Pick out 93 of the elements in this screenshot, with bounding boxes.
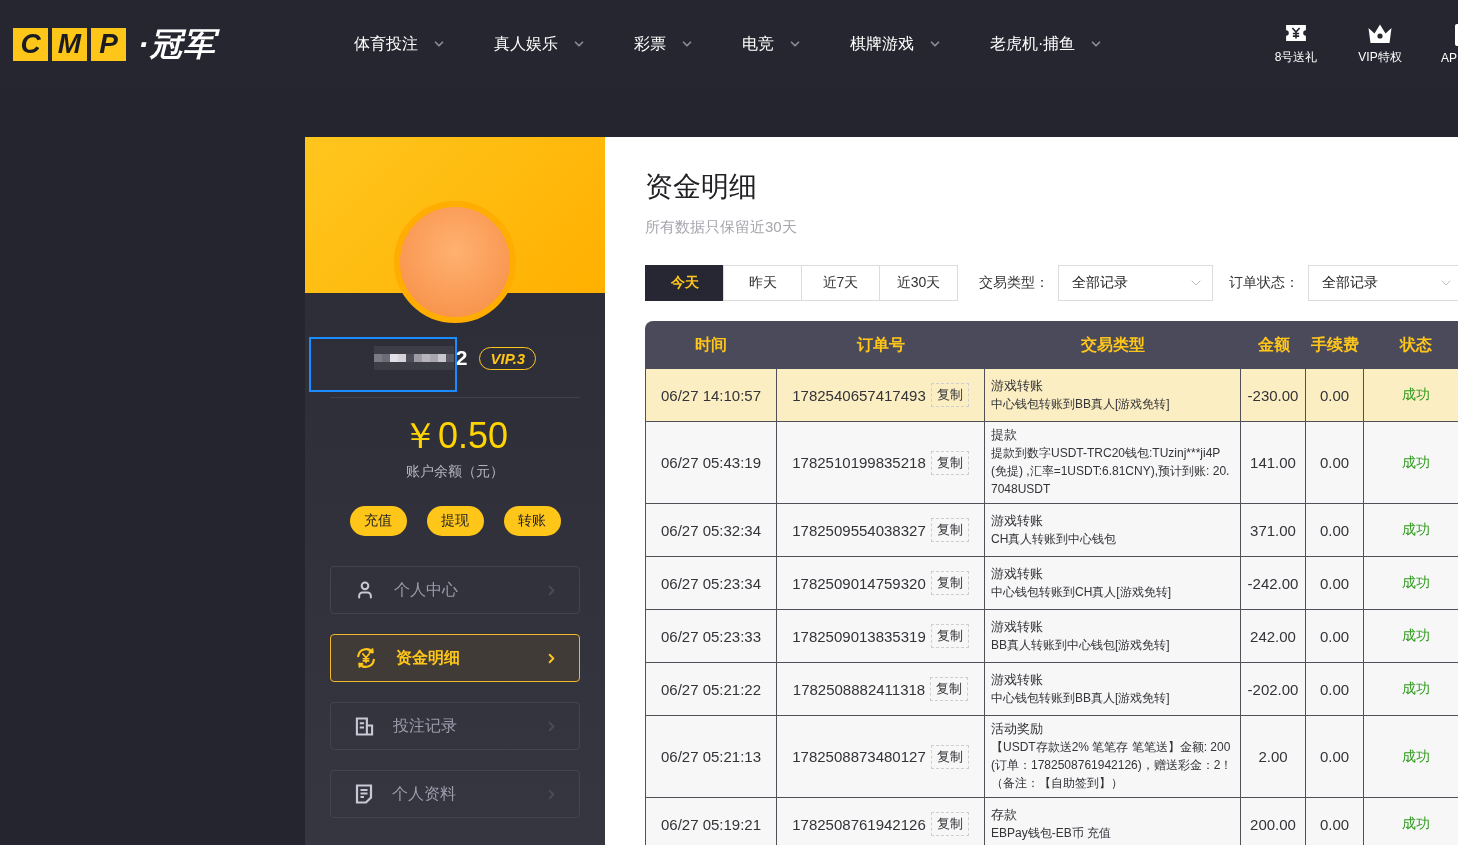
transaction-detail: CH真人转账到中心钱包	[991, 530, 1118, 548]
transaction-detail: BB真人转账到中心钱包[游戏免转]	[991, 636, 1171, 654]
nav-menu-item[interactable]: 电竞	[742, 33, 802, 55]
balance-label: 账户余额（元）	[406, 462, 504, 481]
filter-select[interactable]: 全部记录	[1308, 265, 1458, 301]
transaction-type: 存款	[991, 805, 1018, 824]
transaction-type: 提款	[991, 426, 1018, 444]
order-number: 1782540657417493	[792, 386, 926, 404]
username: 2	[455, 346, 468, 370]
balance-amount: ￥0.50	[401, 416, 509, 456]
column-header: 订单号	[777, 321, 985, 369]
table-cell: 成功	[1364, 798, 1458, 845]
transaction-type: 游戏转账	[991, 617, 1044, 636]
filter-label: 订单状态：	[1229, 274, 1299, 292]
logo-letter: P	[91, 27, 126, 61]
order-number: 1782509013835319	[792, 627, 926, 645]
transaction-detail: EBPay钱包-EB币 充值	[991, 824, 1113, 842]
nav-menu-item[interactable]: 真人娱乐	[494, 33, 586, 55]
column-header: 手续费	[1306, 321, 1364, 369]
table-row[interactable]: 06/27 05:32:34 1782509554038327 复制 游戏转账 CH真人转账到中心钱包 371.00 0.00 成功	[645, 504, 1458, 557]
page-title: 资金明细	[645, 170, 758, 204]
filter-label: 交易类型：	[979, 274, 1049, 292]
header-shortcut[interactable]: 8号送礼	[1254, 22, 1338, 66]
copy-button[interactable]: 复制	[930, 518, 969, 542]
transaction-type: 游戏转账	[991, 376, 1044, 395]
header-shortcut[interactable]: VIP特权	[1338, 22, 1422, 66]
copy-button[interactable]: 复制	[930, 383, 969, 407]
nav-menu-item[interactable]: 老虎机·捕鱼	[990, 33, 1104, 55]
nav-menu-item[interactable]: 彩票	[634, 33, 694, 55]
document-icon	[355, 716, 374, 736]
menu-item-label: 个人资料	[392, 783, 456, 804]
logo-letter: C	[13, 27, 48, 61]
transaction-detail: 【USDT存款送2% 笔笔存 笔笔送】金额: 200(订单：1782508761942126)，赠送彩金：2！（备注：【自助签到】）	[991, 739, 1234, 792]
menu-item-label: 个人中心	[394, 579, 458, 600]
copy-button[interactable]: 复制	[930, 624, 969, 648]
sidebar-menu-item[interactable]: 个人中心	[330, 566, 580, 614]
nav-menu-item[interactable]: 体育投注	[354, 33, 446, 55]
order-number: 1782508873480127	[792, 748, 926, 765]
copy-button[interactable]: 复制	[930, 744, 969, 769]
transaction-detail: 中心钱包转账到BB真人[游戏免转]	[991, 395, 1171, 413]
menu-item-label: 资金明细	[396, 647, 460, 668]
sidebar-menu-item[interactable]: 投注记录	[330, 702, 580, 750]
table-cell: 06/27 05:19:21	[645, 798, 777, 845]
nav-menu-item[interactable]: 棋牌游戏	[850, 33, 942, 55]
order-number: 1782508761942126	[792, 815, 926, 833]
wallet-action-button[interactable]: 充值	[349, 506, 407, 536]
transaction-type: 游戏转账	[991, 564, 1044, 583]
table-row[interactable]: 06/27 05:23:34 1782509014759320 复制 游戏转账 中心钱包转账到CH真人[游戏免转] -242.00 0.00 成功	[645, 557, 1458, 610]
table-row[interactable]: 06/27 05:21:22 1782508882411318 复制 游戏转账 中心钱包转账到BB真人[游戏免转] -202.00 0.00 成功	[645, 663, 1458, 716]
crown-icon	[1367, 22, 1393, 44]
table-cell: 200.00	[1241, 798, 1306, 845]
column-header: 状态	[1364, 321, 1458, 369]
clipboard-icon	[355, 784, 373, 804]
ticket-icon	[1285, 24, 1307, 42]
header-shortcut[interactable]: AP	[1422, 23, 1458, 65]
column-header: 时间	[645, 321, 777, 369]
menu-item-label: 投注记录	[393, 715, 457, 736]
pixelated-name-icon	[373, 346, 454, 370]
table-row[interactable]: 06/27 05:21:13 1782508873480127 复制 活动奖励 【USDT存款送2% 笔笔存 笔笔送】金额: 200(订单：1782508761942126)，赠送彩金：2！（备注：【自助签到】） 2.00 0.00 成功	[645, 716, 1458, 798]
date-range-tab[interactable]: 近7天	[801, 265, 880, 301]
wallet-action-button[interactable]: 提现	[426, 506, 484, 536]
table-row[interactable]: 06/27 05:19:21 1782508761942126 复制 存款 EBPay钱包-EB币 充值 200.00 0.00 成功	[645, 798, 1458, 845]
sidebar-menu-item[interactable]: 个人资料	[330, 770, 580, 818]
copy-button[interactable]: 复制	[930, 812, 969, 836]
order-number: 1782509554038327	[792, 521, 926, 539]
date-range-tab[interactable]: 今天	[645, 265, 724, 301]
transaction-type: 活动奖励	[991, 720, 1044, 738]
order-number: 1782510199835218	[792, 454, 926, 471]
transaction-detail: 中心钱包转账到BB真人[游戏免转]	[991, 689, 1171, 707]
copy-button[interactable]: 复制	[930, 677, 969, 701]
table-cell: 0.00	[1306, 798, 1364, 845]
transaction-type: 游戏转账	[991, 511, 1044, 530]
transaction-detail: 中心钱包转账到CH真人[游戏免转]	[991, 583, 1172, 601]
retention-note: 所有数据只保留近30天	[645, 217, 798, 237]
date-range-tab[interactable]: 昨天	[723, 265, 802, 301]
transaction-detail: 提款到数字USDT-TRC20钱包:TUzinj***ji4P(免提) ,汇率=1USDT:6.81CNY),预计到账: 20.7048USDT	[991, 445, 1231, 498]
logo-letter: M	[52, 27, 87, 61]
filter-select[interactable]: 全部记录	[1058, 265, 1213, 301]
user-icon	[355, 580, 375, 600]
order-number: 1782509014759320	[792, 574, 926, 592]
sidebar-menu-item[interactable]: 资金明细	[330, 634, 580, 682]
table-row[interactable]: 06/27 14:10:57 1782540657417493 复制 游戏转账 中心钱包转账到BB真人[游戏免转] -230.00 0.00 成功	[645, 369, 1458, 422]
table-row[interactable]: 06/27 05:43:19 1782510199835218 复制 提款 提款到数字USDT-TRC20钱包:TUzinj***ji4P(免提) ,汇率=1USDT:6.81CNY),预计到账: 20.7048USDT 141.00 0.00 成功	[645, 422, 1458, 504]
copy-button[interactable]: 复制	[930, 450, 969, 475]
column-header: 金额	[1241, 321, 1306, 369]
column-header: 交易类型	[985, 321, 1241, 369]
order-number: 1782508882411318	[792, 680, 926, 698]
copy-button[interactable]: 复制	[930, 571, 969, 595]
table-row[interactable]: 06/27 05:23:33 1782509013835319 复制 游戏转账 BB真人转账到中心钱包[游戏免转] 242.00 0.00 成功	[645, 610, 1458, 663]
date-range-tab[interactable]: 近30天	[879, 265, 958, 301]
wallet-action-button[interactable]: 转账	[503, 506, 561, 536]
transaction-type: 游戏转账	[991, 670, 1044, 689]
yen-circle-icon	[355, 647, 377, 669]
